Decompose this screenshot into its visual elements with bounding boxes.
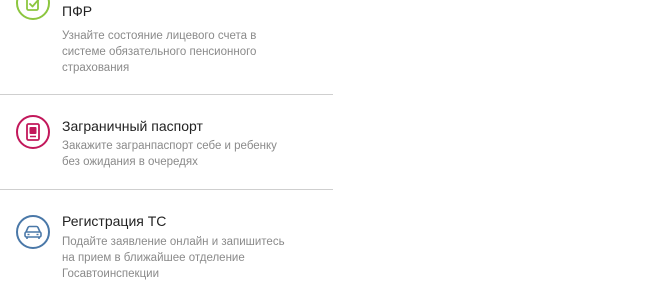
services-screen: ПФР Узнайте состояние лицевого счета в с… — [0, 0, 660, 300]
service-title: ПФР — [62, 3, 93, 19]
service-item-pfr[interactable]: ПФР Узнайте состояние лицевого счета в с… — [0, 0, 333, 94]
services-list: ПФР Узнайте состояние лицевого счета в с… — [0, 0, 333, 300]
passport-icon — [16, 115, 50, 149]
service-description-line: Подайте заявление онлайн и запишитесь — [62, 236, 285, 248]
car-icon — [16, 215, 50, 249]
service-title: Регистрация ТС — [62, 213, 167, 229]
service-description-line: Госавтоинспекции — [62, 268, 160, 280]
service-description-line: системе обязательного пенсионного — [62, 46, 257, 58]
service-description-line: Закажите загранпаспорт себе и ребенку — [62, 140, 277, 152]
service-description-line: Узнайте состояние лицевого счета в — [62, 30, 257, 42]
service-title: Заграничный паспорт — [62, 118, 203, 134]
service-item-vehicle-registration[interactable]: Регистрация ТС Подайте заявление онлайн … — [0, 190, 333, 300]
document-check-icon — [16, 0, 50, 20]
service-description: Узнайте состояние лицевого счета в систе… — [62, 28, 332, 76]
service-description-line: страхования — [62, 62, 130, 74]
service-description-line: на прием в ближайшее отделение — [62, 252, 245, 264]
service-description-line: без ожидания в очередях — [62, 156, 198, 168]
service-description: Подайте заявление онлайн и запишитесь на… — [62, 234, 332, 282]
service-item-passport[interactable]: Заграничный паспорт Закажите загранпаспо… — [0, 95, 333, 189]
service-description: Закажите загранпаспорт себе и ребенку бе… — [62, 138, 332, 170]
